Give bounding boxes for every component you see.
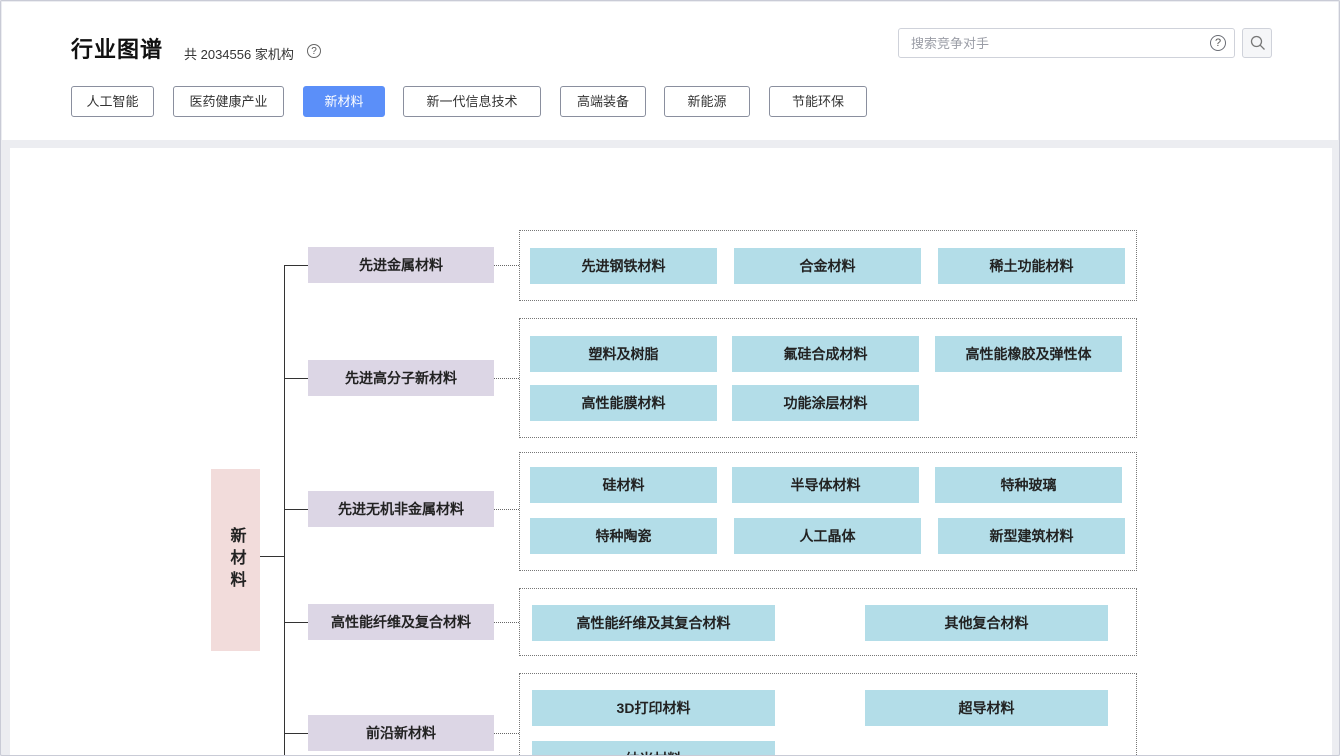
category-connector: [494, 509, 519, 510]
search-button[interactable]: [1242, 28, 1272, 58]
subcategory-node[interactable]: 超导材料: [865, 690, 1108, 726]
tab-new-energy[interactable]: 新能源: [664, 86, 750, 117]
category-connector: [494, 265, 519, 266]
search-icon: [1250, 35, 1265, 50]
category-connector: [494, 733, 519, 734]
category-node[interactable]: 先进无机非金属材料: [308, 491, 494, 527]
subcategory-node[interactable]: 高性能膜材料: [530, 385, 717, 421]
app-frame: 行业图谱 共 2034556 家机构 ? ? 人工智能 医药健康产业 新材料 新…: [0, 0, 1340, 756]
search-input[interactable]: [898, 28, 1235, 58]
subcategory-node[interactable]: 人工晶体: [734, 518, 921, 554]
tab-medical-health[interactable]: 医药健康产业: [173, 86, 284, 117]
category-node[interactable]: 前沿新材料: [308, 715, 494, 751]
subcategory-node[interactable]: 高性能橡胶及弹性体: [935, 336, 1122, 372]
page-title: 行业图谱: [71, 37, 164, 62]
subcategory-node[interactable]: 其他复合材料: [865, 605, 1108, 641]
industry-map-canvas: 新材料 先进金属材料 先进钢铁材料 合金材料 稀土功能材料 先进高分子新材料 塑…: [10, 148, 1332, 755]
category-connector: [494, 378, 519, 379]
tab-energy-saving[interactable]: 节能环保: [769, 86, 867, 117]
tab-high-end-equipment[interactable]: 高端装备: [560, 86, 646, 117]
institution-count: 共 2034556 家机构: [184, 47, 294, 62]
subcategory-node[interactable]: 3D打印材料: [532, 690, 775, 726]
category-node[interactable]: 高性能纤维及复合材料: [308, 604, 494, 640]
category-node[interactable]: 先进高分子新材料: [308, 360, 494, 396]
subcategory-group: 高性能纤维及其复合材料 其他复合材料: [519, 588, 1137, 656]
branch-connector: [284, 265, 308, 266]
branch-connector: [284, 378, 308, 379]
subcategory-node[interactable]: 先进钢铁材料: [530, 248, 717, 284]
subcategory-group: 硅材料 半导体材料 特种玻璃 特种陶瓷 人工晶体 新型建筑材料: [519, 452, 1137, 571]
subcategory-node[interactable]: 功能涂层材料: [732, 385, 919, 421]
tab-ai[interactable]: 人工智能: [71, 86, 154, 117]
tab-next-gen-it[interactable]: 新一代信息技术: [403, 86, 541, 117]
subcategory-node[interactable]: 合金材料: [734, 248, 921, 284]
subcategory-node[interactable]: 新型建筑材料: [938, 518, 1125, 554]
help-icon[interactable]: ?: [307, 44, 321, 58]
subcategory-node[interactable]: 纳米材料: [532, 741, 775, 755]
subcategory-node[interactable]: 特种陶瓷: [530, 518, 717, 554]
subcategory-group: 先进钢铁材料 合金材料 稀土功能材料: [519, 230, 1137, 301]
subcategory-node[interactable]: 高性能纤维及其复合材料: [532, 605, 775, 641]
branch-connector: [284, 509, 308, 510]
root-node[interactable]: 新材料: [211, 469, 260, 651]
subcategory-node[interactable]: 硅材料: [530, 467, 717, 503]
branch-connector: [284, 622, 308, 623]
category-connector: [494, 622, 519, 623]
root-connector: [260, 556, 284, 557]
search-help-icon[interactable]: ?: [1210, 35, 1226, 51]
category-node[interactable]: 先进金属材料: [308, 247, 494, 283]
subcategory-node[interactable]: 塑料及树脂: [530, 336, 717, 372]
tab-new-materials[interactable]: 新材料: [303, 86, 385, 117]
subcategory-node[interactable]: 半导体材料: [732, 467, 919, 503]
subcategory-group: 3D打印材料 超导材料 纳米材料: [519, 673, 1137, 755]
subcategory-node[interactable]: 氟硅合成材料: [732, 336, 919, 372]
subcategory-group: 塑料及树脂 氟硅合成材料 高性能橡胶及弹性体 高性能膜材料 功能涂层材料: [519, 318, 1137, 438]
subcategory-node[interactable]: 特种玻璃: [935, 467, 1122, 503]
branch-connector: [284, 733, 308, 734]
tree-trunk-line: [284, 265, 285, 755]
page-header: 行业图谱 共 2034556 家机构 ? ? 人工智能 医药健康产业 新材料 新…: [2, 2, 1338, 140]
subcategory-node[interactable]: 稀土功能材料: [938, 248, 1125, 284]
